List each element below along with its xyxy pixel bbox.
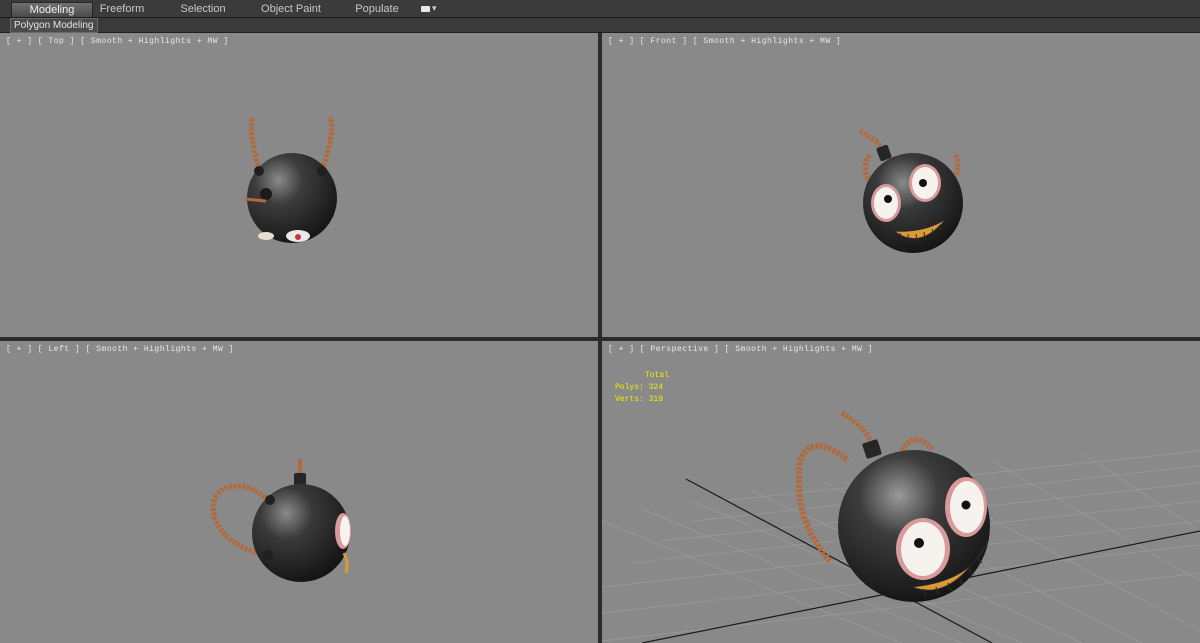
- bomb-model-front: [858, 128, 963, 253]
- tab-populate[interactable]: Populate: [345, 2, 409, 16]
- viewport-top[interactable]: [ + ] [ Top ] [ Smooth + Highlights + MW…: [0, 33, 598, 337]
- scene-front: [858, 128, 963, 253]
- tab-freeform[interactable]: Freeform: [87, 2, 157, 16]
- ribbon-options-dropdown[interactable]: ▾: [421, 3, 441, 15]
- viewport-left[interactable]: [ + ] [ Left ] [ Smooth + Highlights + M…: [0, 341, 598, 643]
- bomb-model-left: [210, 459, 351, 582]
- viewport-perspective[interactable]: [ + ] [ Perspective ] [ Smooth + Highlig…: [602, 341, 1200, 643]
- tab-object-paint[interactable]: Object Paint: [252, 2, 330, 16]
- scene-perspective: [602, 410, 1200, 643]
- tab-selection[interactable]: Selection: [168, 2, 238, 16]
- ribbon-tab-bar: Modeling Freeform Selection Object Paint…: [0, 0, 1200, 18]
- bomb-model-perspective: [795, 410, 990, 602]
- viewport-front[interactable]: [ + ] [ Front ] [ Smooth + Highlights + …: [602, 33, 1200, 337]
- bomb-model-top: [244, 116, 337, 243]
- scene-left: [210, 459, 351, 582]
- scene-top: [244, 116, 337, 243]
- tab-modeling[interactable]: Modeling: [11, 2, 93, 17]
- camera-icon: [421, 5, 430, 12]
- polygon-modeling-panel-button[interactable]: Polygon Modeling: [10, 18, 98, 33]
- dropdown-arrow-icon: ▾: [432, 4, 437, 14]
- ribbon-panel-bar: Polygon Modeling: [0, 18, 1200, 33]
